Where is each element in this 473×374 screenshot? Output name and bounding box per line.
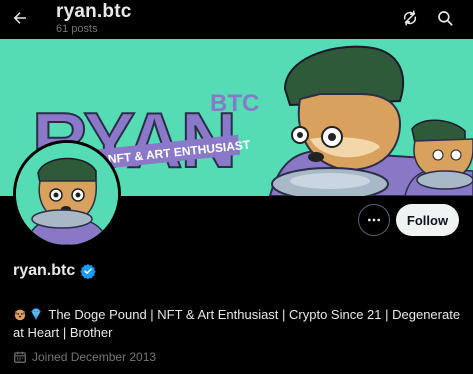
search-button[interactable] <box>432 5 458 31</box>
small-doge-illustration <box>404 119 473 196</box>
refresh-button[interactable] <box>397 5 423 31</box>
refresh-icon <box>403 10 417 26</box>
back-button[interactable] <box>6 4 34 32</box>
bio-text: The Doge Pound | NFT & Art Enthusiast | … <box>13 307 461 340</box>
verified-badge-icon[interactable] <box>80 263 96 279</box>
calendar-icon <box>14 351 26 363</box>
avatar[interactable] <box>13 140 121 248</box>
arrow-left-icon <box>13 12 26 24</box>
avatar-image <box>16 143 118 245</box>
profile-bio: The Doge Pound | NFT & Art Enthusiast | … <box>13 306 463 342</box>
more-options-button[interactable] <box>358 204 390 236</box>
post-count: 61 posts <box>56 23 98 35</box>
search-icon <box>438 11 453 26</box>
display-name: ryan.btc <box>13 262 76 279</box>
gem-icon <box>31 308 41 320</box>
banner-brand-superscript: BTC <box>210 90 259 117</box>
dog-face-icon <box>14 309 26 321</box>
join-date: Joined December 2013 <box>13 350 156 364</box>
profile-header: ryan.btc 61 posts <box>0 0 473 39</box>
profile-name-row: ryan.btc <box>13 262 96 280</box>
more-horizontal-icon <box>368 218 380 222</box>
joined-text: Joined December 2013 <box>32 350 157 364</box>
follow-button[interactable]: Follow <box>396 204 459 236</box>
page-title: ryan.btc <box>56 1 132 22</box>
